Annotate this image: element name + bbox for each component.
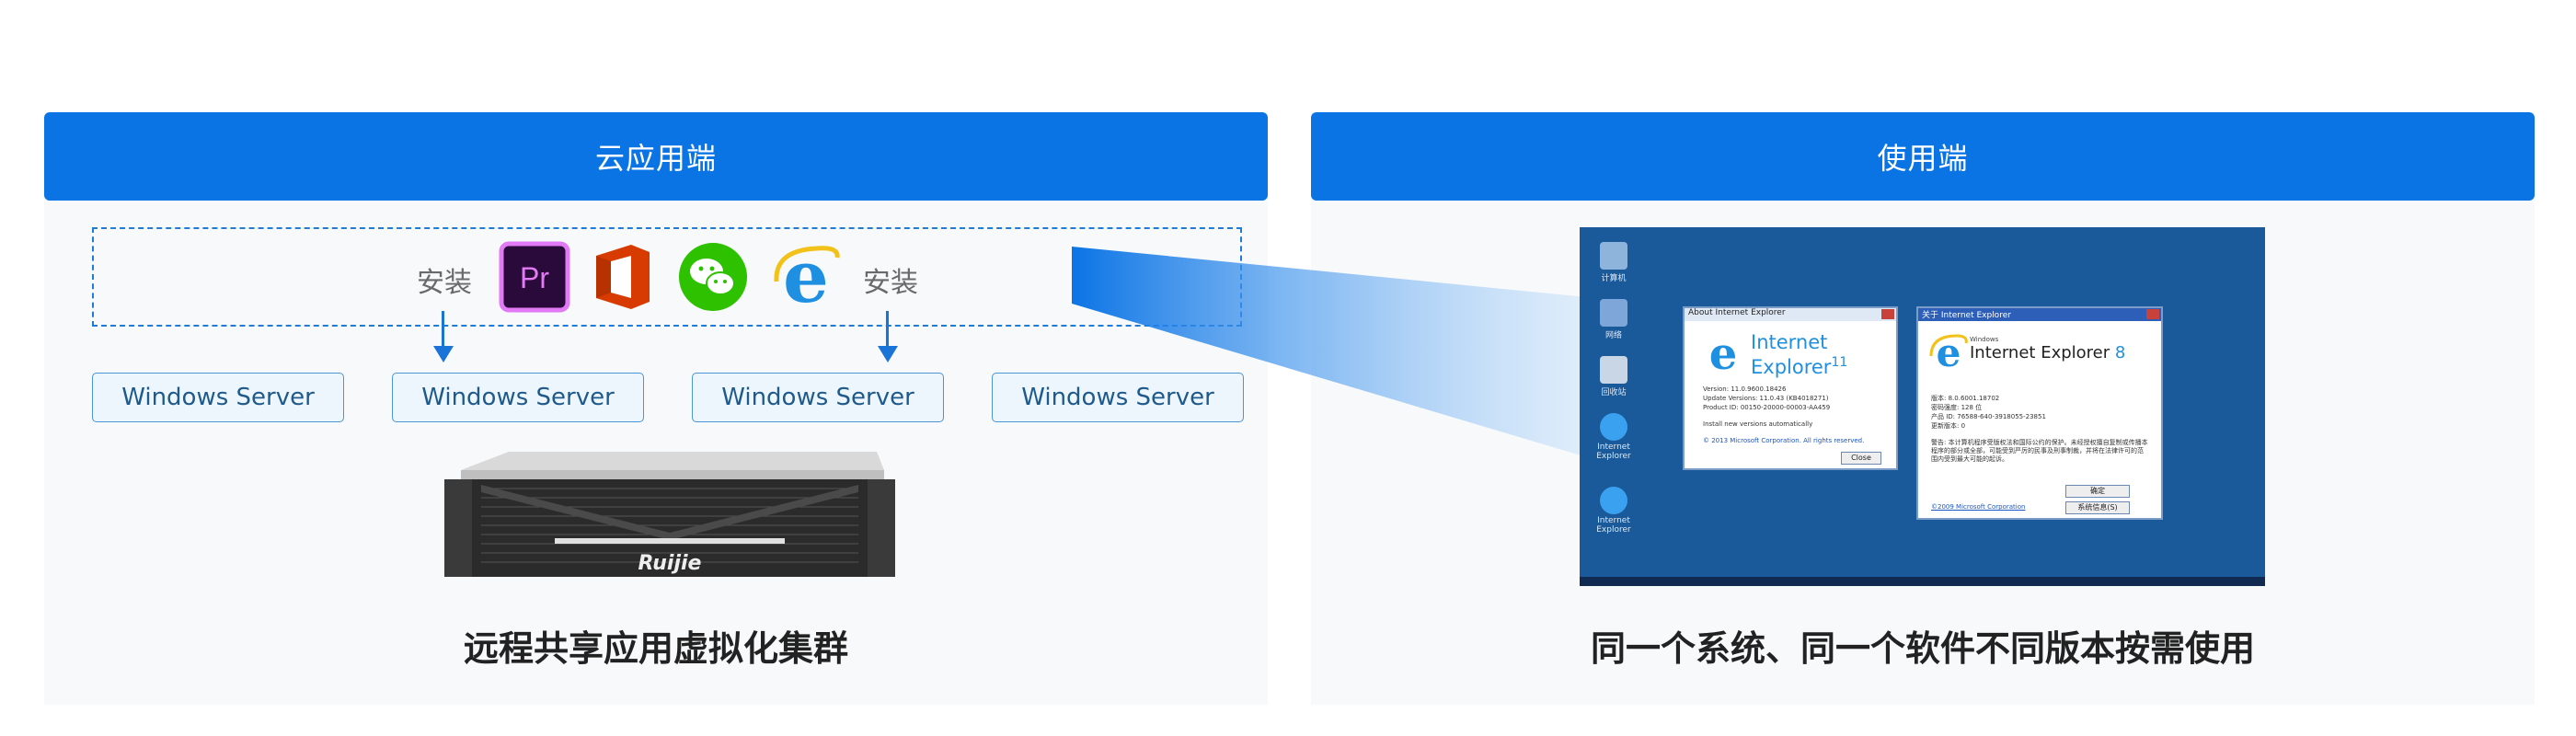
wechat-icon [679,243,747,311]
install-arrow-right-head [878,346,898,362]
ie11-about-dialog: About Internet Explorer e Internet Explo… [1683,306,1898,470]
ie8-info-2: 密码强度: 128 位 [1931,404,1983,411]
server-hardware-image: Ruijie [444,452,895,577]
ie11-info-3: Product ID: 00150-20000-00003-AA459 [1703,404,1831,411]
ie11-product-name: Internet Explorer11 [1751,332,1847,377]
install-label-left: 安装 [417,267,472,299]
ie8-warning-text: 警告: 本计算机程序受版权法和国际公约的保护。未经授权擅自复制或传播本程序的部分… [1931,439,2148,463]
internet-explorer-icon: e [774,241,840,313]
ie8-copyright-link[interactable]: ©2009 Microsoft Corporation [1931,503,2025,512]
computer-icon [1600,242,1627,270]
desktop-icon-ie[interactable]: Internet Explorer [1589,413,1639,461]
ie11-info-1: Version: 11.0.9600.18426 [1703,385,1787,393]
ie8-about-dialog: 关于 Internet Explorer e Windows Internet … [1916,306,2163,520]
ie11-product-line1: Internet [1751,331,1828,353]
ie11-close-button[interactable]: Close [1841,452,1881,465]
server-brand-label: Ruijie [638,552,702,575]
install-arrow-left-line [442,311,444,348]
client-caption: 同一个系统、同一个软件不同版本按需使用 [1590,628,2255,669]
ie11-copyright: © 2013 Microsoft Corporation. All rights… [1703,437,1865,444]
ie8-product-name: Internet Explorer 8 [1970,343,2125,362]
desktop-icon-label: 计算机 [1601,274,1627,283]
premiere-pro-icon: Pr [499,241,570,313]
ie8-product: Internet Explorer [1970,343,2110,362]
recycle-bin-icon [1600,356,1627,384]
desktop-icon-label: 网络 [1604,331,1622,340]
ie8-logo-icon: e [1929,332,1968,371]
desktop-icon-label: Internet Explorer [1596,443,1631,461]
ie8-info-1: 版本: 8.0.6001.18702 [1931,395,2000,402]
ie11-product-line2-wrap: Explorer11 [1751,352,1847,377]
install-label-right: 安装 [863,267,918,299]
install-arrow-right-line [886,311,889,348]
desktop-icon-label: 回收站 [1601,388,1627,397]
remote-desktop-screenshot: 计算机 网络 回收站 Internet Explorer Internet Ex… [1580,227,2265,586]
projection-beam [1072,247,1596,460]
ie11-version-number: 11 [1831,355,1848,370]
ie11-logo-icon: e [1709,330,1738,374]
ie8-sysinfo-button[interactable]: 系统信息(S) [2065,501,2130,514]
ie11-info-2: Update Versions: 11.0.43 (KB4018271) [1703,395,1829,402]
ie11-auto-update-checkbox[interactable]: Install new versions automatically [1703,420,1812,429]
desktop-icon-recycle-bin[interactable]: 回收站 [1589,356,1639,397]
svg-text:e: e [1709,330,1738,374]
ie8-info-4: 更新版本: 0 [1931,422,1966,430]
windows-server-1: Windows Server [92,373,344,422]
install-arrow-left-head [433,346,454,362]
ie-icon [1600,487,1627,514]
client-header: 使用端 [1311,112,2535,201]
office-icon [596,245,650,309]
ie-icon [1600,413,1627,441]
cloud-app-caption: 远程共享应用虚拟化集群 [463,628,848,669]
taskbar [1580,577,2265,586]
ie8-version-number: 8 [2114,343,2126,362]
desktop-icon-computer[interactable]: 计算机 [1589,242,1639,283]
ie8-dialog-title: 关于 Internet Explorer [1918,308,2161,321]
ie8-product-prefix: Windows [1970,336,1999,343]
premiere-label: Pr [520,261,549,294]
desktop-icon-network[interactable]: 网络 [1589,299,1639,340]
network-icon [1600,299,1627,327]
windows-server-2: Windows Server [392,373,644,422]
ie8-ok-button[interactable]: 确定 [2065,485,2130,498]
cloud-app-header: 云应用端 [44,112,1268,201]
ie8-info-3: 产品 ID: 76588-640-3918055-23851 [1931,413,2046,420]
windows-server-3: Windows Server [692,373,944,422]
close-icon[interactable] [2146,309,2159,319]
ie11-product-line2: Explorer [1751,356,1832,378]
desktop-icon-ie-2[interactable]: Internet Explorer [1589,487,1639,535]
ie11-dialog-title: About Internet Explorer [1685,308,1896,321]
close-icon[interactable] [1881,309,1894,319]
desktop-icon-label: Internet Explorer [1596,516,1631,535]
